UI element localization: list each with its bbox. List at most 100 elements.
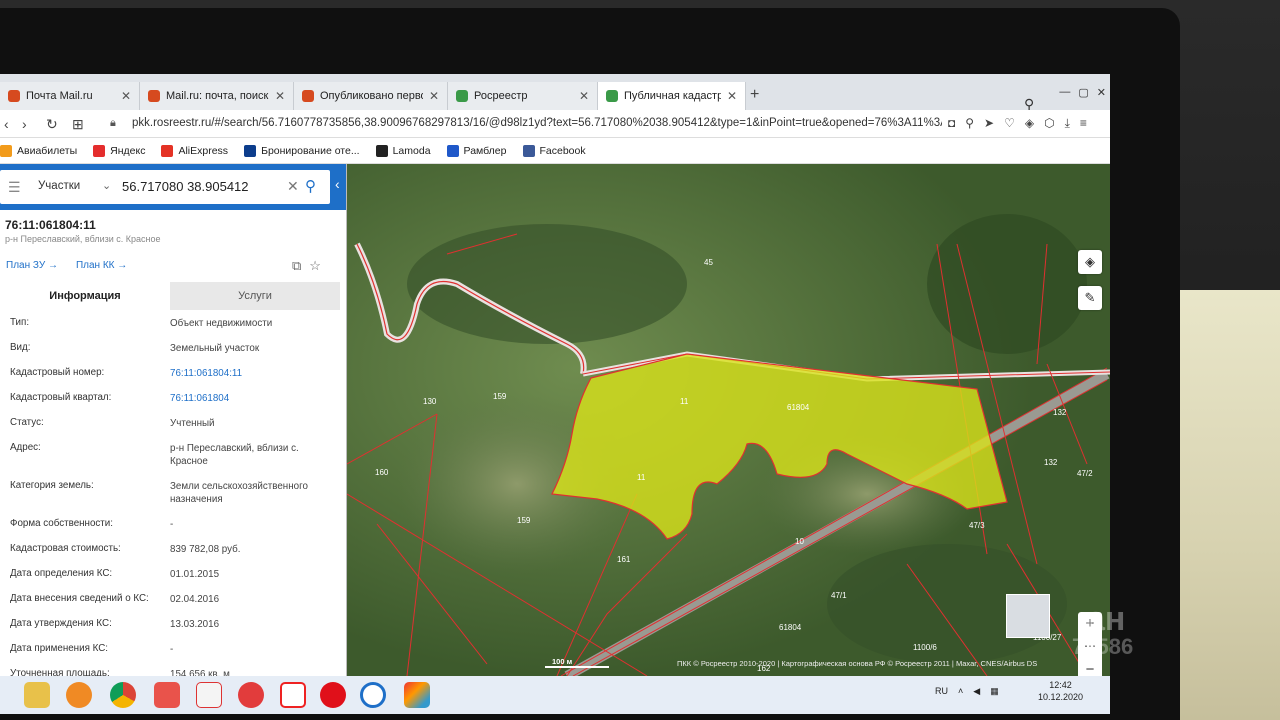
info-panel: ☰ Участки ⌄ 56.717080 38.905412 ✕ ⚲ ‹ 76… <box>0 164 347 676</box>
extension-icon[interactable]: ◈ <box>1025 116 1034 131</box>
reload-icon[interactable]: ↻ <box>46 116 58 133</box>
url-field[interactable]: pkk.rosreestr.ru/#/search/56.71607787358… <box>132 117 942 129</box>
menu-icon[interactable]: ☰ <box>8 179 21 196</box>
layers-button[interactable]: ◈ <box>1078 250 1102 274</box>
collapse-panel-icon[interactable]: ‹ <box>335 176 340 192</box>
property-row: Тип: Объект недвижимости <box>0 310 340 335</box>
search-type-select[interactable]: Участки <box>38 180 80 192</box>
aliexpress-icon <box>161 144 174 157</box>
close-icon[interactable]: ✕ <box>579 89 589 103</box>
object-number: 76:11:061804:11 <box>5 218 96 232</box>
property-row: Кадастровый квартал: 76:11:061804 <box>0 385 340 410</box>
opera-icon[interactable] <box>320 682 346 708</box>
search-icon[interactable]: ⚲ <box>965 116 974 131</box>
tab-services[interactable]: Услуги <box>170 282 340 310</box>
property-row: Категория земель: Земли сельскохозяйствен… <box>0 473 340 511</box>
address-bar-actions: ◘ ⚲ ➤ ♡ ◈ ⬡ ⤓ ≡ <box>948 116 1087 131</box>
plan-links: План ЗУ → План КК → <box>6 260 127 271</box>
property-value: 839 782,08 руб. <box>170 544 241 555</box>
chevron-up-icon[interactable]: ˄ <box>958 686 963 697</box>
info-tabs: Информация Услуги <box>0 282 340 310</box>
property-row: Уточненная площадь: 154 656 кв. м <box>0 661 340 676</box>
yandex-browser-icon[interactable] <box>280 682 306 708</box>
camera-icon[interactable]: ◘ <box>948 116 955 131</box>
clear-icon[interactable]: ✕ <box>287 178 299 195</box>
watermark-number: 73586 <box>1072 634 1134 659</box>
close-icon[interactable]: ✕ <box>727 89 737 103</box>
zoom-out-button[interactable]: − <box>1078 658 1102 676</box>
forward-icon[interactable]: › <box>22 116 27 132</box>
heart-icon[interactable]: ♡ <box>1004 116 1015 131</box>
explorer-icon[interactable] <box>24 682 50 708</box>
plan-zu-link[interactable]: План ЗУ → <box>6 260 58 271</box>
map-label: 45 <box>704 258 713 267</box>
network-icon[interactable]: ▦ <box>990 686 999 697</box>
close-icon[interactable]: ✕ <box>429 89 439 103</box>
bookmark-aliexpress[interactable]: AliExpress <box>161 144 228 157</box>
map-label: 159 <box>517 516 531 525</box>
app-icon[interactable] <box>360 682 386 708</box>
tab-info[interactable]: Информация <box>0 282 170 310</box>
property-value: р-н Переславский, вблизи с. Красное <box>170 443 299 467</box>
tab-article[interactable]: Опубликовано первое фо✕ <box>294 82 448 110</box>
download-icon[interactable]: ⤓ <box>1065 116 1070 131</box>
property-row: Дата применения КС: - <box>0 636 340 661</box>
property-row: Статус: Учтенный <box>0 410 340 435</box>
property-link[interactable]: 76:11:061804 <box>170 392 335 405</box>
measure-button[interactable]: ✎ <box>1078 286 1102 310</box>
app-icon[interactable] <box>196 682 222 708</box>
property-link[interactable]: 76:11:061804:11 <box>170 367 335 380</box>
tab-cadastral-map[interactable]: Публичная кадастровая ка✕ <box>598 82 746 110</box>
bookmark-rambler[interactable]: Рамблер <box>446 144 507 157</box>
menu-icon[interactable]: ≡ <box>1080 116 1087 131</box>
tabs-grid-icon[interactable]: ⊞ <box>72 116 84 133</box>
yandex-icon <box>93 144 106 157</box>
property-key: Дата внесения сведений о КС: <box>10 593 149 604</box>
property-key: Статус: <box>10 417 44 428</box>
search-input[interactable]: 56.717080 38.905412 <box>122 179 249 194</box>
send-icon[interactable]: ➤ <box>984 116 994 131</box>
rosreestr-icon <box>606 90 618 102</box>
maximize-icon[interactable]: ▢ <box>1078 86 1088 99</box>
property-list: Тип: Объект недвижимости Вид: Земельный уча… <box>0 310 340 676</box>
property-value: Земельный участок <box>170 343 260 354</box>
close-icon[interactable]: ✕ <box>275 89 285 103</box>
property-row: Дата утверждения КС: 13.03.2016 <box>0 611 340 636</box>
property-key: Тип: <box>10 317 30 328</box>
new-tab-button[interactable]: + <box>750 86 759 104</box>
search-icon[interactable]: ⚲ <box>305 177 316 195</box>
tab-rosreestr[interactable]: Росреестр ✕ <box>448 82 598 110</box>
bookmark-booking[interactable]: Бронирование оте... <box>244 144 360 157</box>
chrome-icon[interactable] <box>110 682 136 708</box>
bookmark-facebook[interactable]: Facebook <box>522 144 586 157</box>
plan-kk-link[interactable]: План КК → <box>76 260 127 271</box>
clock[interactable]: 12:42 10.12.2020 <box>1038 679 1083 703</box>
app-icon[interactable] <box>154 682 180 708</box>
property-row: Адрес: р-н Переславский, вблизи с. Красно… <box>0 435 340 473</box>
app-icon[interactable] <box>238 682 264 708</box>
bookmark-aviatickets[interactable]: Авиабилеты <box>0 144 77 157</box>
chevron-down-icon[interactable]: ⌄ <box>102 179 111 192</box>
cube-icon[interactable]: ⬡ <box>1044 116 1054 131</box>
bookmark-lamoda[interactable]: Lamoda <box>375 144 431 157</box>
map-label: 160 <box>375 468 389 477</box>
lamoda-icon <box>375 144 388 157</box>
bookmark-yandex[interactable]: Яндекс <box>93 144 145 157</box>
star-icon[interactable]: ☆ <box>309 258 321 274</box>
minimap[interactable] <box>1006 594 1050 638</box>
scale-label: 100 м <box>552 657 573 666</box>
close-icon[interactable]: ✕ <box>121 89 131 103</box>
volume-icon[interactable]: ◀ <box>973 686 980 697</box>
media-icon[interactable] <box>66 682 92 708</box>
tab-mail-search[interactable]: Mail.ru: почта, поиск в инт✕ <box>140 82 294 110</box>
map-view[interactable]: 45 11 61804 11 159 130 160 159 161 10 132 132 47/2 47… <box>347 164 1110 676</box>
satellite-map[interactable]: 45 11 61804 11 159 130 160 159 161 10 132 132 47/2 47… <box>347 164 1110 676</box>
tab-mail-inbox[interactable]: Почта Mail.ru ✕ <box>0 82 140 110</box>
minimize-icon[interactable]: — <box>1059 86 1070 99</box>
back-icon[interactable]: ‹ <box>4 116 9 132</box>
close-window-icon[interactable]: ✕ <box>1097 86 1106 99</box>
image-search-icon[interactable]: ⧉ <box>292 258 301 274</box>
app-icon[interactable] <box>404 682 430 708</box>
property-value: Объект недвижимости <box>170 318 273 329</box>
language-indicator[interactable]: RU <box>935 686 948 697</box>
